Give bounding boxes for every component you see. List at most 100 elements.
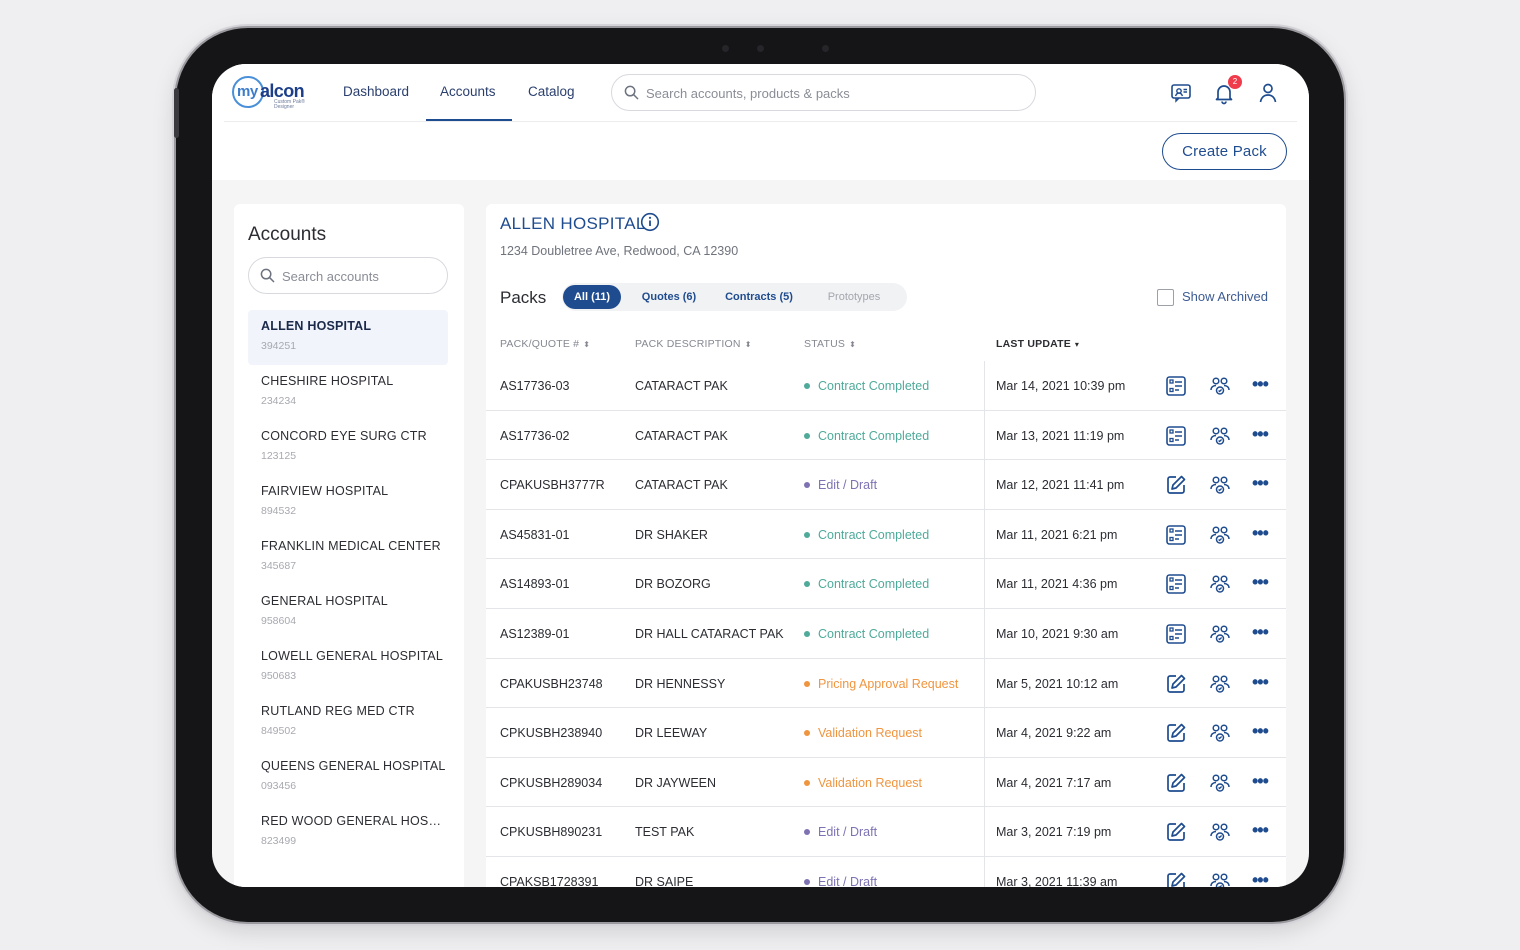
pack-quote-number[interactable]: CPAKUSBH23748 (500, 677, 603, 691)
account-list-item[interactable]: FRANKLIN MEDICAL CENTER 345687 (248, 530, 448, 585)
account-list-item[interactable]: CONCORD EYE SURG CTR 123125 (248, 420, 448, 475)
pack-quote-number[interactable]: AS14893-01 (500, 577, 570, 591)
pack-quote-number[interactable]: CPKUSBH289034 (500, 776, 602, 790)
team-review-icon[interactable] (1208, 672, 1232, 696)
status-text: Contract Completed (818, 527, 930, 542)
status-badge: Pricing Approval Request (804, 677, 958, 691)
pack-quote-number[interactable]: CPAKUSBH3777R (500, 478, 605, 492)
team-review-icon[interactable] (1208, 622, 1232, 646)
col-header-last-update[interactable]: LAST UPDATE ▾ (996, 338, 1079, 350)
table-row[interactable]: AS17736-03 CATARACT PAK Contract Completed… (486, 361, 1286, 411)
nav-catalog[interactable]: Catalog (528, 84, 575, 99)
team-review-icon[interactable] (1208, 424, 1232, 448)
accounts-search-box[interactable] (248, 257, 448, 294)
global-search-box[interactable] (611, 74, 1036, 111)
filter-quotes[interactable]: Quotes (6) (630, 285, 708, 309)
more-options-icon[interactable]: ••• (1252, 374, 1276, 398)
support-chat-icon[interactable] (1169, 81, 1193, 105)
team-review-icon[interactable] (1208, 473, 1232, 497)
document-icon[interactable] (1164, 622, 1188, 646)
document-icon[interactable] (1164, 572, 1188, 596)
more-options-icon[interactable]: ••• (1252, 424, 1276, 448)
global-search-input[interactable] (646, 83, 1006, 103)
col-header-description[interactable]: PACK DESCRIPTION ⬍ (635, 338, 752, 350)
account-list-item[interactable]: RED WOOD GENERAL HOSPI... 823499 (248, 805, 449, 860)
user-profile-icon[interactable] (1256, 81, 1280, 105)
table-row[interactable]: CPAKUSBH3777R CATARACT PAK Edit / Draft Mar… (486, 460, 1286, 510)
account-list-item[interactable]: CHESHIRE HOSPITAL 234234 (248, 365, 448, 420)
account-list-item[interactable]: FAIRVIEW HOSPITAL 894532 (248, 475, 448, 530)
show-archived-checkbox[interactable] (1157, 289, 1174, 306)
edit-icon[interactable] (1164, 721, 1188, 745)
edit-icon[interactable] (1164, 820, 1188, 844)
document-icon[interactable] (1164, 523, 1188, 547)
table-row[interactable]: AS14893-01 DR BOZORG Contract Completed Mar… (486, 559, 1286, 609)
more-options-icon[interactable]: ••• (1252, 721, 1276, 745)
filter-all[interactable]: All (11) (563, 285, 621, 309)
last-update-date: Mar 11, 2021 6:21 pm (996, 527, 1118, 542)
team-review-icon[interactable] (1208, 721, 1232, 745)
nav-dashboard[interactable]: Dashboard (343, 84, 409, 99)
filter-prototypes[interactable]: Prototypes (814, 285, 894, 309)
column-divider (984, 856, 985, 887)
account-list-item[interactable]: GENERAL HOSPITAL 958604 (248, 585, 448, 640)
sort-icon: ⬍ (583, 340, 591, 349)
pack-quote-number[interactable]: CPKUSBH890231 (500, 825, 602, 839)
myalcon-logo[interactable]: my alcon Custom Pak® Designer (232, 76, 312, 110)
more-options-icon[interactable]: ••• (1252, 473, 1276, 497)
edit-icon[interactable] (1164, 672, 1188, 696)
more-options-icon[interactable]: ••• (1252, 820, 1276, 844)
pack-quote-number[interactable]: AS45831-01 (500, 528, 570, 542)
account-list-item[interactable]: ALLEN HOSPITAL 394251 (248, 310, 448, 365)
more-options-icon[interactable]: ••• (1252, 572, 1276, 596)
more-options-icon[interactable]: ••• (1252, 870, 1276, 887)
filter-contracts[interactable]: Contracts (5) (714, 285, 804, 309)
account-id: 394251 (261, 340, 297, 352)
create-pack-button[interactable]: Create Pack (1162, 133, 1287, 170)
account-list-item[interactable]: QUEENS GENERAL HOSPITAL 093456 (248, 750, 448, 805)
document-icon[interactable] (1164, 424, 1188, 448)
accounts-search-input[interactable] (282, 266, 437, 286)
table-row[interactable]: CPKUSBH289034 DR JAYWEEN Validation Reques… (486, 757, 1286, 808)
more-options-icon[interactable]: ••• (1252, 523, 1276, 547)
account-list-item[interactable]: RUTLAND REG MED CTR 849502 (248, 695, 448, 750)
more-options-icon[interactable]: ••• (1252, 771, 1276, 795)
table-row[interactable]: AS12389-01 DR HALL CATARACT PAK Contract C… (486, 608, 1286, 659)
last-update-date: Mar 13, 2021 11:19 pm (996, 428, 1125, 443)
pack-quote-number[interactable]: CPAKSB1728391 (500, 875, 598, 887)
pack-quote-number[interactable]: AS17736-03 (500, 379, 570, 393)
team-review-icon[interactable] (1208, 870, 1232, 887)
table-row[interactable]: AS17736-02 CATARACT PAK Contract Completed… (486, 410, 1286, 461)
status-badge: Contract Completed (804, 528, 929, 542)
table-row[interactable]: CPAKUSBH23748 DR HENNESSY Pricing Approval… (486, 658, 1286, 709)
col-header-status[interactable]: STATUS ⬍ (804, 338, 856, 350)
table-row[interactable]: CPKUSBH238940 DR LEEWAY Validation Request… (486, 708, 1286, 758)
table-row[interactable]: CPKUSBH890231 TEST PAK Edit / Draft Mar 3, … (486, 807, 1286, 857)
status-text: Validation Request (818, 726, 923, 741)
account-list-item[interactable]: LOWELL GENERAL HOSPITAL 950683 (248, 640, 448, 695)
show-archived-toggle[interactable]: Show Archived (1157, 288, 1277, 308)
column-divider (984, 559, 985, 608)
pack-quote-number[interactable]: CPKUSBH238940 (500, 726, 602, 740)
table-row[interactable]: CPAKSB1728391 DR SAIPE Edit / Draft Mar 3, … (486, 856, 1286, 887)
team-review-icon[interactable] (1208, 523, 1232, 547)
table-row[interactable]: AS45831-01 DR SHAKER Contract Completed Mar… (486, 509, 1286, 560)
status-dot (804, 829, 810, 836)
team-review-icon[interactable] (1208, 374, 1232, 398)
team-review-icon[interactable] (1208, 771, 1232, 795)
edit-icon[interactable] (1164, 870, 1188, 887)
team-review-icon[interactable] (1208, 820, 1232, 844)
pack-description: DR JAYWEEN (635, 775, 717, 790)
pack-quote-number[interactable]: AS12389-01 (500, 627, 570, 641)
document-icon[interactable] (1164, 374, 1188, 398)
account-detail-panel: ALLEN HOSPITAL 1234 Doubletree Ave, Redw… (486, 204, 1286, 887)
pack-quote-number[interactable]: AS17736-02 (500, 429, 570, 443)
more-options-icon[interactable]: ••• (1252, 622, 1276, 646)
info-icon[interactable] (640, 212, 660, 232)
col-header-pack-quote[interactable]: PACK/QUOTE # ⬍ (500, 338, 590, 350)
edit-icon[interactable] (1164, 771, 1188, 795)
team-review-icon[interactable] (1208, 572, 1232, 596)
more-options-icon[interactable]: ••• (1252, 672, 1276, 696)
nav-accounts[interactable]: Accounts (440, 84, 496, 99)
edit-icon[interactable] (1164, 473, 1188, 497)
